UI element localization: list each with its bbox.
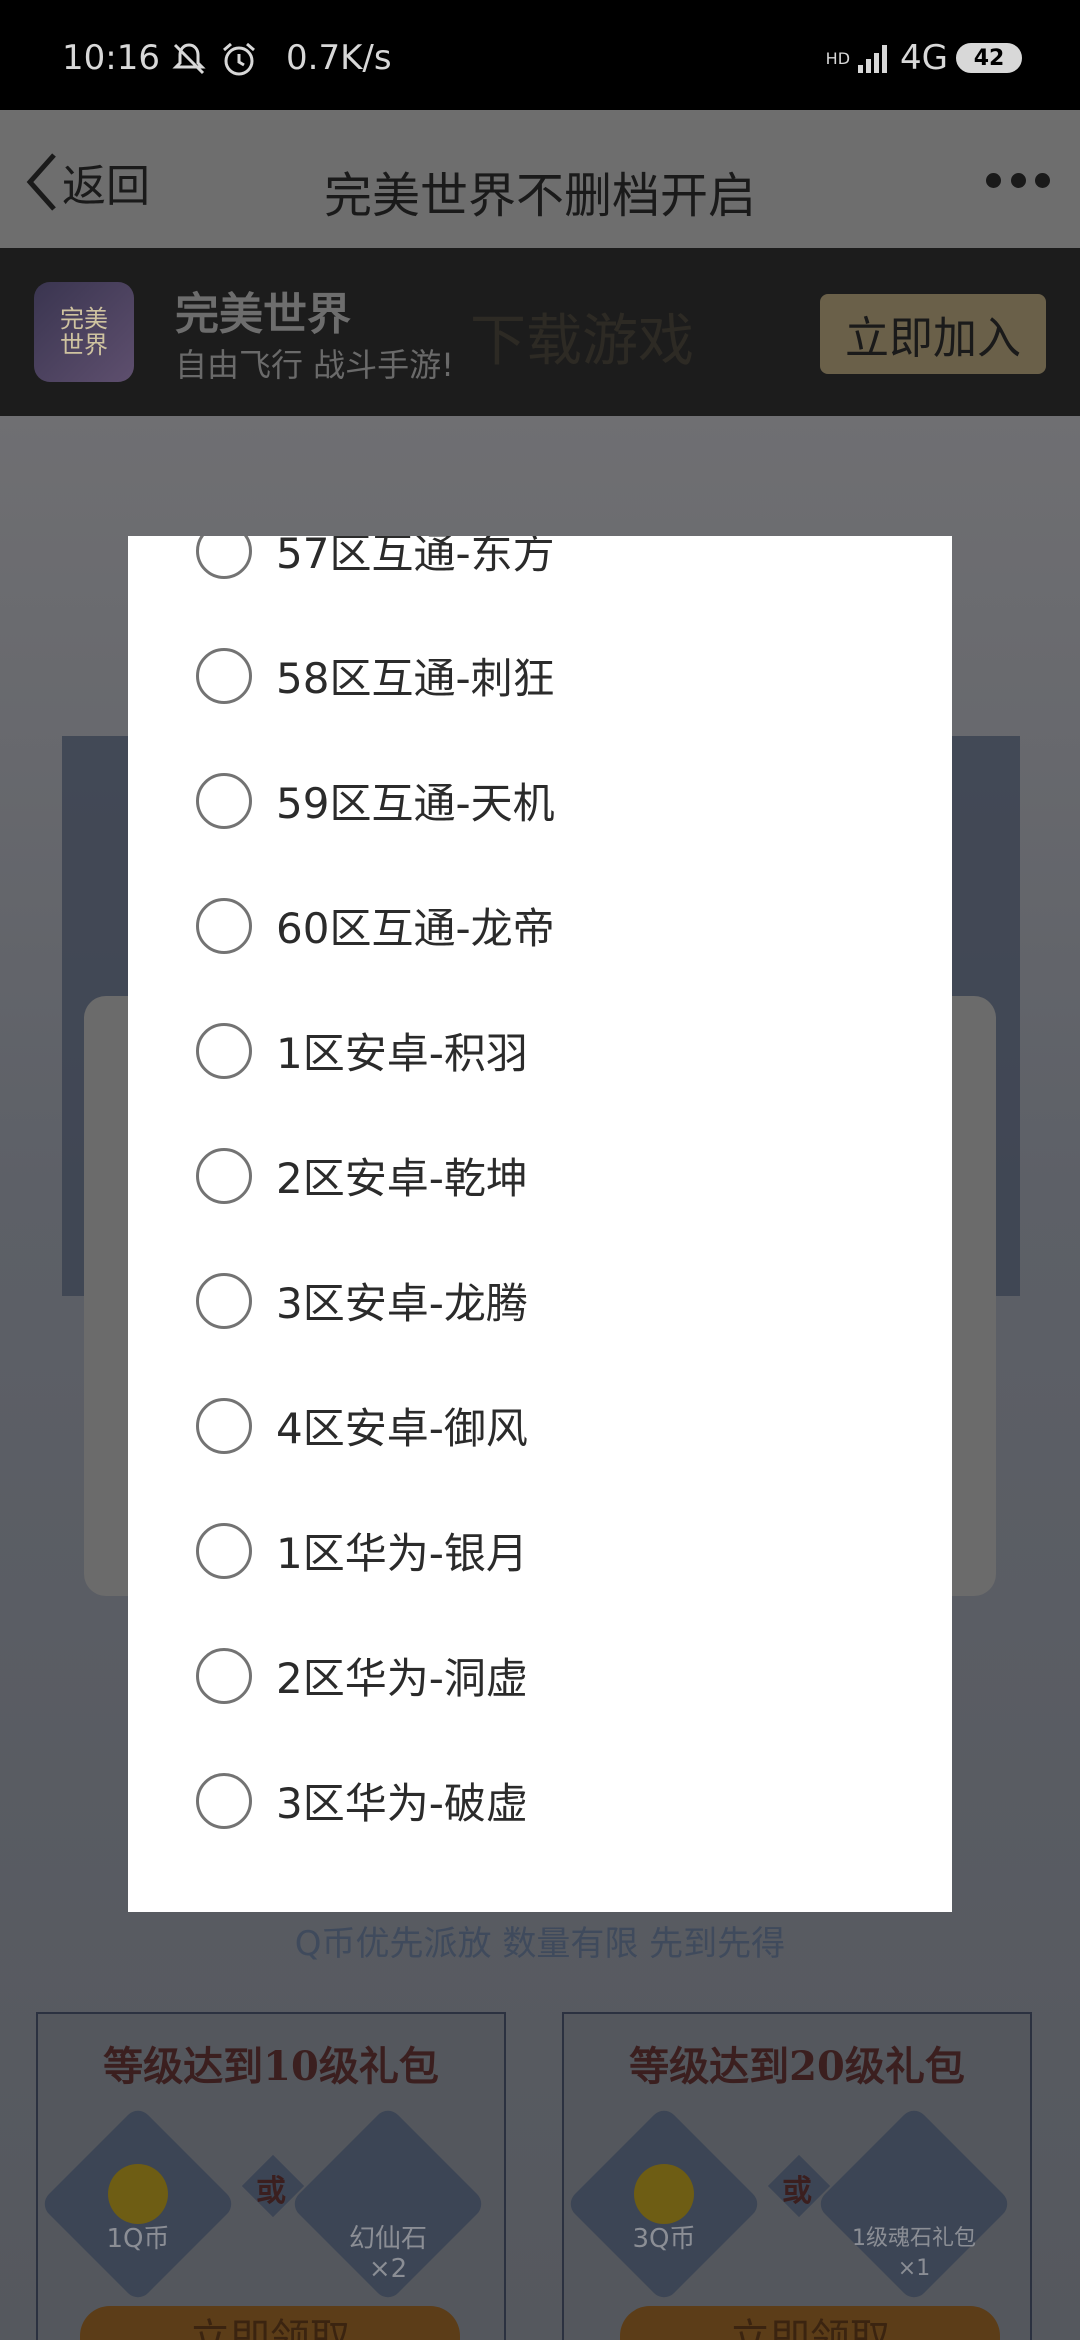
gift-title: 等级达到10级礼包 xyxy=(103,2043,439,2090)
network-speed: 0.7K/s xyxy=(286,38,392,78)
gift-item: 1级魂石礼包 ×1 xyxy=(815,2105,1013,2304)
server-option[interactable]: 4区安卓-御风 xyxy=(128,1363,952,1488)
join-button[interactable]: 立即加入 xyxy=(820,294,1046,374)
mute-bell-icon xyxy=(172,43,206,75)
nav-bar: 返回 完美世界不删档开启 xyxy=(0,110,1080,248)
coin-icon xyxy=(108,2164,168,2224)
more-dot-icon xyxy=(986,172,1001,188)
hd-indicator: HD xyxy=(825,48,851,68)
server-option[interactable]: 60区互通-龙帝 xyxy=(128,863,952,988)
radio-button[interactable] xyxy=(196,1772,252,1829)
server-option[interactable]: 58区互通-刺狂 xyxy=(128,613,952,738)
game-name: 完美世界 xyxy=(175,289,351,340)
server-option[interactable]: 2区华为-洞虚 xyxy=(128,1613,952,1738)
radio-button[interactable] xyxy=(196,1022,252,1079)
server-option-label: 3区华为-破虚 xyxy=(276,1779,528,1828)
game-banner: 完美世界 下载游戏 完美世界 自由飞行 战斗手游! 立即加入 xyxy=(0,248,1080,416)
server-option-label: 2区安卓-乾坤 xyxy=(276,1154,528,1203)
more-options-button[interactable] xyxy=(986,170,1050,190)
gift-item: 3Q币 xyxy=(565,2105,763,2304)
gift-item: 幻仙石 ×2 xyxy=(289,2105,487,2304)
radio-button[interactable] xyxy=(196,1647,252,1704)
radio-button[interactable] xyxy=(196,1397,252,1454)
server-option-label: 1区安卓-积羽 xyxy=(276,1029,528,1078)
radio-button[interactable] xyxy=(196,647,252,704)
claim-button: 立即领取 xyxy=(80,2306,460,2340)
server-option[interactable]: 1区安卓-积羽 xyxy=(128,988,952,1113)
server-option-label: 60区互通-龙帝 xyxy=(276,904,555,953)
network-type: 4G xyxy=(900,38,948,78)
battery-level: 42 xyxy=(973,45,1005,71)
or-label: 或 xyxy=(782,2174,812,2209)
page-title: 完美世界不删档开启 xyxy=(323,168,756,224)
gift-item-name: 幻仙石 ×2 xyxy=(348,2224,427,2284)
radio-button[interactable] xyxy=(196,897,252,954)
gift-title: 等级达到20级礼包 xyxy=(629,2043,965,2090)
signal-icon xyxy=(858,45,888,73)
banner-background-text: 下载游戏 xyxy=(470,309,694,374)
gift-item-name: 1级魂石礼包 ×1 xyxy=(852,2226,976,2281)
or-label: 或 xyxy=(256,2174,286,2209)
radio-button[interactable] xyxy=(196,1272,252,1329)
more-dot-icon xyxy=(1035,172,1050,188)
radio-button[interactable] xyxy=(196,1522,252,1579)
status-time: 10:16 xyxy=(62,38,160,78)
gift-item-name: 1Q币 xyxy=(106,2224,170,2254)
claim-button: 立即领取 xyxy=(620,2306,1000,2340)
game-app-icon: 完美世界 xyxy=(34,282,134,382)
server-option-label: 57区互通-东方 xyxy=(276,536,555,578)
server-option[interactable]: 59区互通-天机 xyxy=(128,738,952,863)
radio-button[interactable] xyxy=(196,1147,252,1204)
radio-button[interactable] xyxy=(196,772,252,829)
coin-icon xyxy=(634,2164,694,2224)
server-option[interactable]: 1区华为-银月 xyxy=(128,1488,952,1613)
notice-text: Q币优先派放 数量有限 先到先得 xyxy=(294,1924,786,1964)
server-option[interactable]: 2区安卓-乾坤 xyxy=(128,1113,952,1238)
server-option[interactable]: 3区华为-破虚 xyxy=(128,1738,952,1863)
server-option-label: 4区安卓-御风 xyxy=(276,1404,528,1453)
battery-icon: 42 xyxy=(956,43,1022,73)
server-option-label: 3区安卓-龙腾 xyxy=(276,1279,528,1328)
server-option[interactable]: 57区互通-东方 xyxy=(128,536,952,613)
server-option-label: 2区华为-洞虚 xyxy=(276,1654,528,1703)
more-dot-icon xyxy=(1010,172,1026,188)
server-option-label: 1区华为-银月 xyxy=(276,1529,528,1578)
server-option-label: 58区互通-刺狂 xyxy=(276,654,555,703)
gift-card-level-10: 等级达到10级礼包 1Q币 或 幻仙石 ×2 xyxy=(36,2012,506,2340)
server-option-label: 59区互通-天机 xyxy=(276,779,555,828)
status-bar: 10:16 0.7K/s HD 4G 42 xyxy=(0,0,1080,110)
game-subtitle: 自由飞行 战斗手游! xyxy=(175,346,455,384)
radio-button[interactable] xyxy=(196,536,252,579)
gift-card-level-20: 等级达到20级礼包 3Q币 或 1级魂石礼包 ×1 xyxy=(562,2012,1032,2340)
gift-item: 1Q币 xyxy=(39,2105,237,2304)
gift-item-name: 3Q币 xyxy=(632,2224,696,2254)
alarm-icon xyxy=(223,42,255,76)
server-select-dialog: 57区互通-东方 58区互通-刺狂 59区互通-天机 60区互通-龙帝 1区安卓… xyxy=(128,536,952,1912)
server-option[interactable]: 3区安卓-龙腾 xyxy=(128,1238,952,1363)
